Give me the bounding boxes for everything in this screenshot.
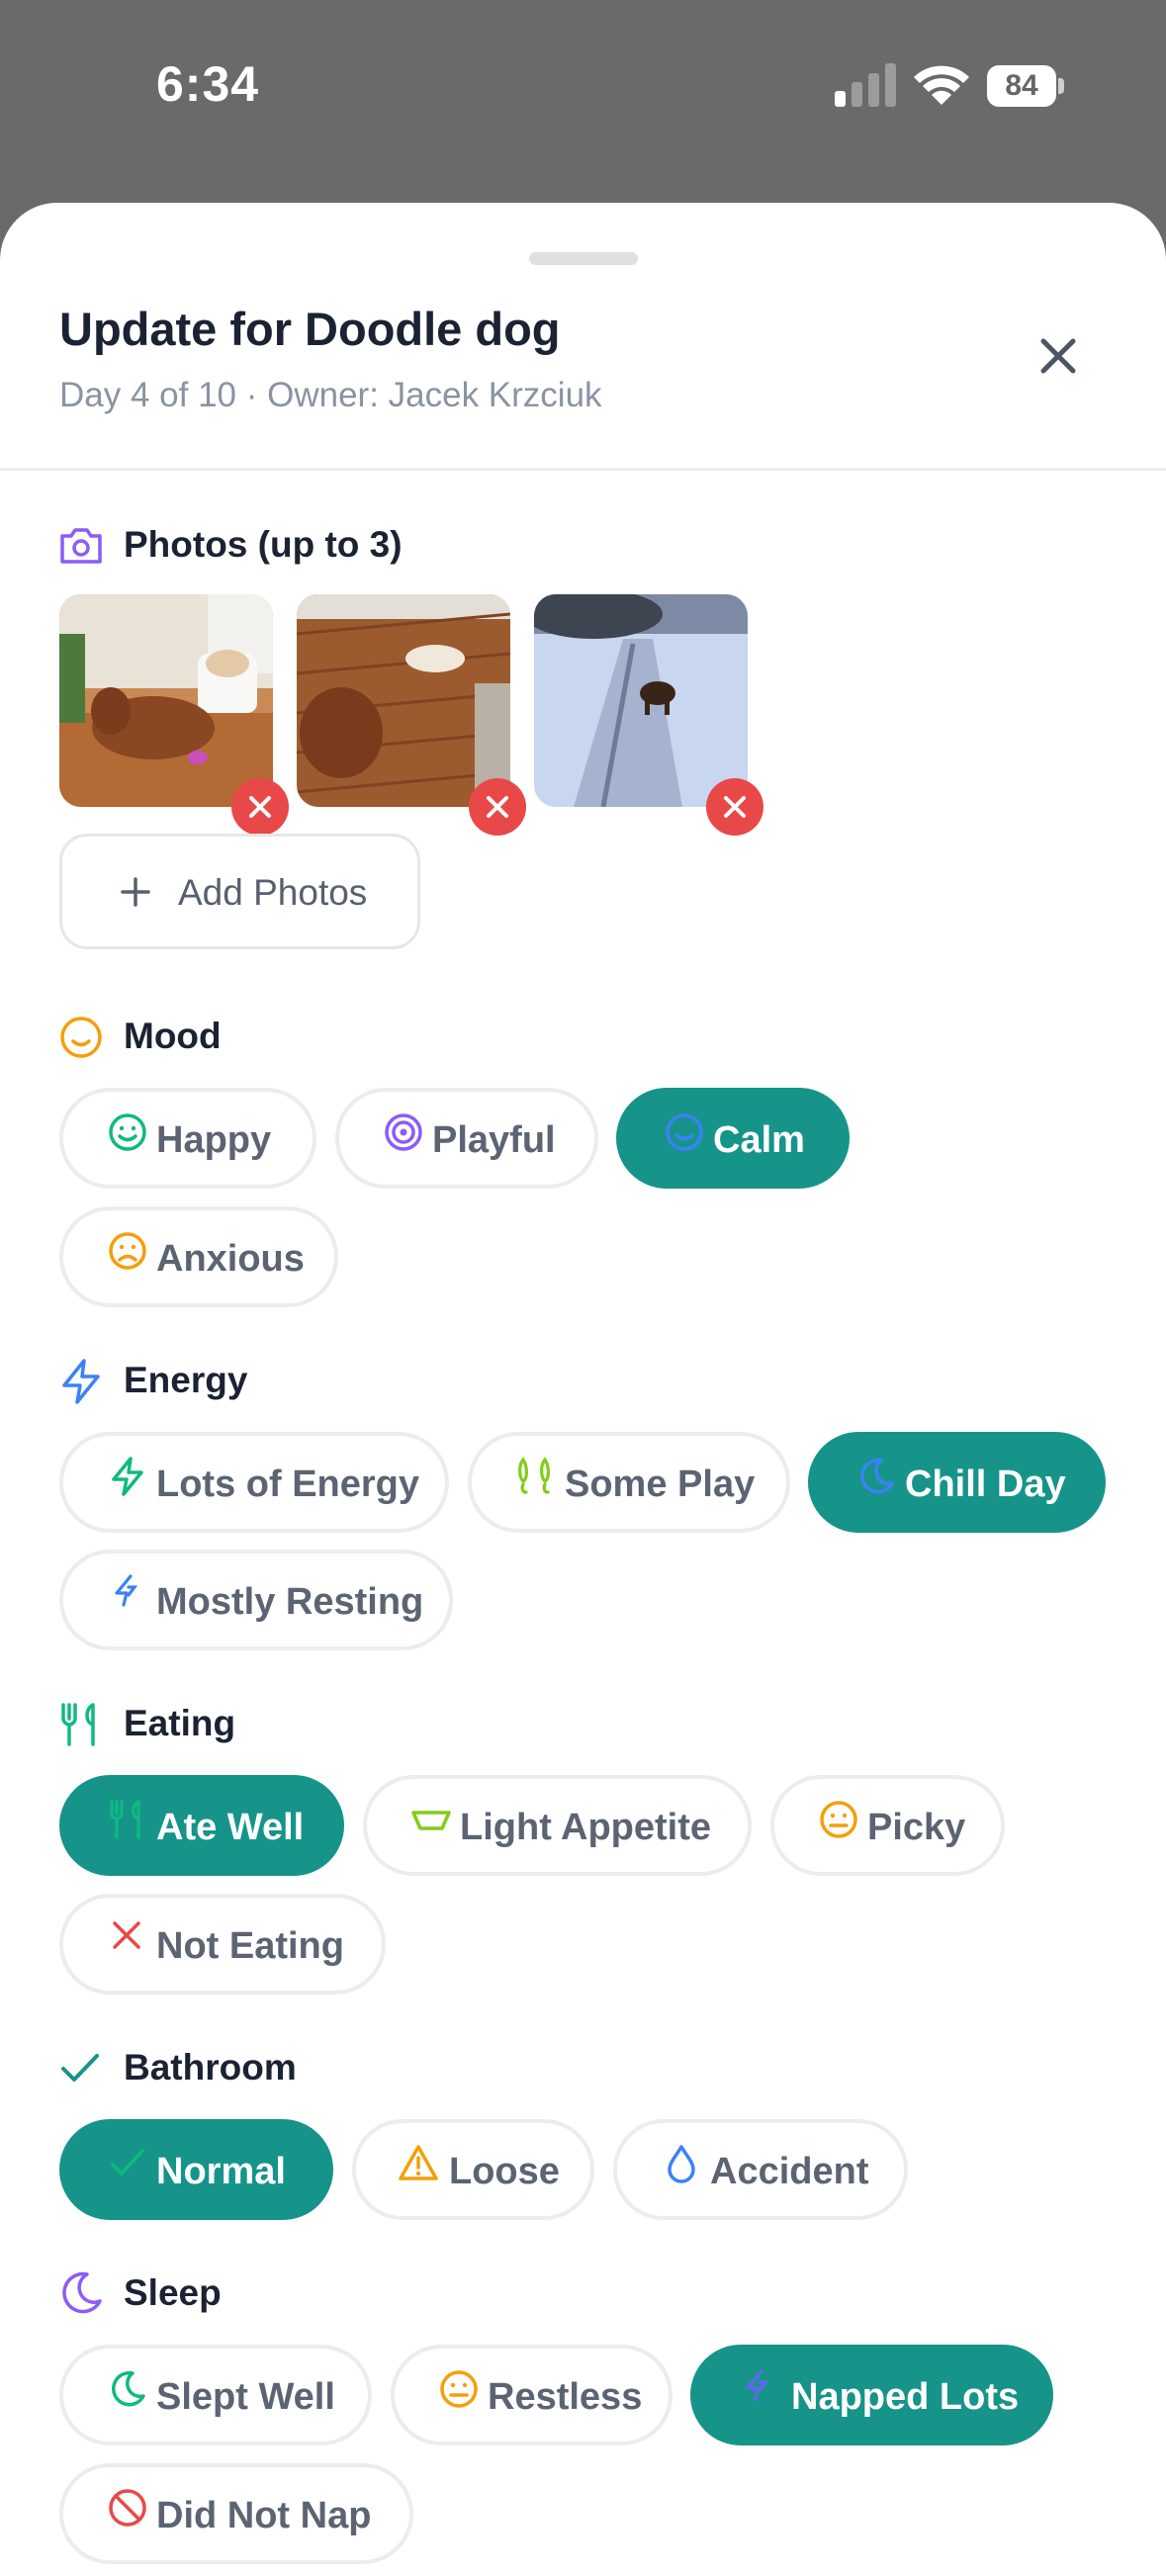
bathroom-option-accident[interactable]: Accident <box>613 2119 908 2220</box>
energy-option-label: Lots of Energy <box>156 1464 420 1505</box>
moon-icon <box>860 1458 894 1494</box>
eating-option-not-eating[interactable]: Not Eating <box>59 1894 386 1995</box>
meh-icon <box>440 2370 478 2408</box>
photo-thumbnail-1[interactable] <box>59 594 273 807</box>
droplet-icon <box>668 2145 695 2183</box>
cellular-signal-icon <box>835 63 896 107</box>
mood-label: Mood <box>124 1016 222 1056</box>
utensils-icon <box>110 1800 140 1839</box>
mood-option-calm[interactable]: Calm <box>616 1088 850 1189</box>
bathroom-label: Bathroom <box>124 2047 297 2087</box>
energy-option-some-play[interactable]: Some Play <box>468 1432 790 1533</box>
bolt-off-icon <box>115 1574 138 1607</box>
check-icon <box>111 2149 144 2176</box>
mood-smile-icon <box>60 1017 102 1058</box>
mood-option-label: Anxious <box>156 1238 305 1280</box>
moon-icon <box>112 2370 145 2407</box>
battery-level: 84 <box>1005 69 1038 102</box>
energy-option-mostly-resting[interactable]: Mostly Resting <box>59 1550 453 1650</box>
energy-option-lots-of-energy[interactable]: Lots of Energy <box>59 1432 449 1533</box>
status-bar: 6:34 84 <box>0 0 1166 198</box>
eating-option-picky[interactable]: Picky <box>770 1775 1005 1876</box>
bathroom-option-label: Loose <box>449 2151 560 2192</box>
photo-thumbnail-2[interactable] <box>297 594 510 807</box>
remove-photo-1-button[interactable] <box>231 778 289 836</box>
battery-icon: 84 <box>987 65 1064 107</box>
sleep-option-label: Did Not Nap <box>156 2495 372 2536</box>
sleep-option-napped-lots[interactable]: Napped Lots <box>690 2345 1053 2445</box>
sheet-grabber[interactable] <box>529 252 638 265</box>
bathroom-option-loose[interactable]: Loose <box>352 2119 594 2220</box>
mood-option-anxious[interactable]: Anxious <box>59 1206 338 1307</box>
bathroom-option-label: Accident <box>710 2151 869 2192</box>
meh-icon <box>820 1801 857 1838</box>
smile-icon <box>109 1113 146 1151</box>
sleep-option-label: Slept Well <box>156 2376 335 2418</box>
header-divider <box>0 468 1166 471</box>
target-icon <box>385 1113 422 1151</box>
frown-icon <box>109 1232 146 1270</box>
sheet-title: Update for Doodle dog <box>59 303 561 355</box>
sleep-option-did-not-nap[interactable]: Did Not Nap <box>59 2463 413 2564</box>
plus-icon <box>121 877 150 907</box>
energy-option-label: Some Play <box>565 1464 756 1505</box>
sleep-option-label: Napped Lots <box>791 2376 1020 2418</box>
camera-icon <box>60 528 102 564</box>
eating-option-label: Not Eating <box>156 1925 344 1967</box>
mood-option-playful[interactable]: Playful <box>335 1088 598 1189</box>
add-photos-label: Add Photos <box>178 872 368 913</box>
sleep-option-slept-well[interactable]: Slept Well <box>59 2345 372 2445</box>
update-sheet: Update for Doodle dog Day 4 of 10 · Owne… <box>0 203 1166 2576</box>
energy-option-chill-day[interactable]: Chill Day <box>808 1432 1106 1533</box>
remove-photo-3-button[interactable] <box>706 778 763 836</box>
photos-label: Photos (up to 3) <box>124 524 403 565</box>
bolt-icon <box>112 1457 143 1496</box>
status-time: 6:34 <box>156 56 260 112</box>
sleep-option-label: Restless <box>488 2376 643 2418</box>
remove-photo-2-button[interactable] <box>469 778 526 836</box>
energy-option-label: Mostly Resting <box>156 1581 424 1623</box>
sleep-option-restless[interactable]: Restless <box>391 2345 673 2445</box>
footprints-icon <box>518 1457 550 1494</box>
eating-option-label: Picky <box>867 1807 966 1848</box>
photo-thumbnail-3[interactable] <box>534 594 748 807</box>
bathroom-option-label: Normal <box>156 2151 286 2192</box>
eating-utensils-icon <box>61 1703 95 1746</box>
wifi-icon <box>914 65 969 105</box>
sleep-moon-icon <box>62 2271 102 2314</box>
x-icon <box>113 1921 140 1949</box>
ban-icon <box>109 2489 146 2527</box>
smile-icon <box>666 1113 703 1151</box>
eating-option-light-appetite[interactable]: Light Appetite <box>363 1775 752 1876</box>
bathroom-check-icon <box>61 2054 99 2082</box>
add-photos-button[interactable]: Add Photos <box>59 834 420 949</box>
warning-icon <box>399 2145 438 2180</box>
bathroom-option-normal[interactable]: Normal <box>59 2119 333 2220</box>
eating-option-ate-well[interactable]: Ate Well <box>59 1775 344 1876</box>
mood-option-happy[interactable]: Happy <box>59 1088 316 1189</box>
energy-bolt-icon <box>62 1359 100 1404</box>
close-icon[interactable] <box>1033 331 1083 381</box>
bowl-icon <box>411 1811 451 1830</box>
mood-option-label: Playful <box>432 1119 556 1161</box>
sheet-subtitle: Day 4 of 10 · Owner: Jacek Krzciuk <box>59 376 602 414</box>
energy-option-label: Chill Day <box>905 1464 1066 1505</box>
bolt-off-icon <box>746 2369 769 2402</box>
eating-option-label: Ate Well <box>156 1807 305 1848</box>
sleep-label: Sleep <box>124 2272 222 2313</box>
mood-option-label: Happy <box>156 1119 272 1161</box>
mood-option-label: Calm <box>713 1119 805 1161</box>
eating-option-label: Light Appetite <box>460 1807 711 1848</box>
eating-label: Eating <box>124 1703 236 1743</box>
energy-label: Energy <box>124 1360 248 1400</box>
